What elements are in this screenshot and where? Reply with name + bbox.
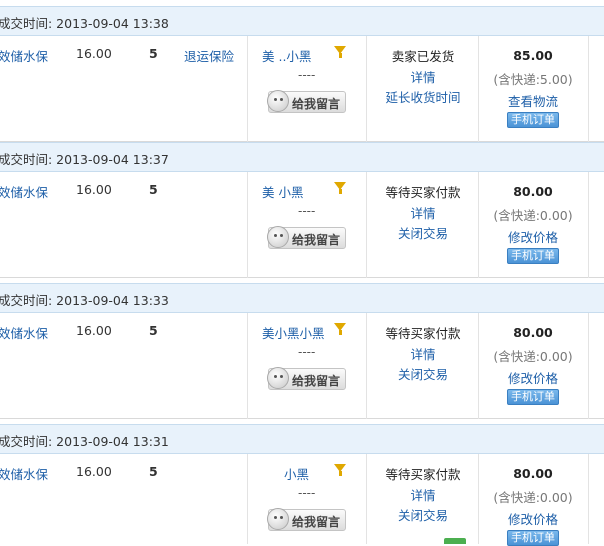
order-total: 80.00 bbox=[513, 184, 553, 199]
modify-price-link[interactable]: 修改价格 bbox=[478, 227, 588, 246]
buyer-name-link[interactable]: 美小黑小黑 bbox=[262, 323, 325, 342]
order-header: 成交时间: 2013-09-04 13:31 bbox=[0, 424, 604, 454]
order-total: 80.00 bbox=[513, 325, 553, 340]
smiley-icon bbox=[267, 226, 289, 248]
return-insurance-link[interactable]: 退运保险 bbox=[184, 46, 234, 65]
item-title-link[interactable]: 效储水保 bbox=[0, 182, 48, 201]
smiley-icon bbox=[267, 508, 289, 530]
leave-message-button[interactable]: 给我留言 bbox=[267, 367, 346, 390]
column-divider bbox=[247, 172, 248, 278]
order-body: 效储水保 16.00 5 小黑 ---- 给我留言 等待买家付款 详情 关闭交易… bbox=[0, 454, 604, 546]
buyer-name-link[interactable]: 美 ..小黑 bbox=[262, 46, 311, 65]
unit-price: 16.00 bbox=[76, 182, 112, 197]
detail-link[interactable]: 详情 bbox=[368, 203, 478, 222]
modify-price-link[interactable]: 修改价格 bbox=[478, 368, 588, 387]
leave-message-label: 给我留言 bbox=[292, 233, 341, 247]
column-divider bbox=[366, 313, 367, 419]
unit-price: 16.00 bbox=[76, 464, 112, 479]
shipping-fee: (含快递:0.00) bbox=[493, 208, 573, 223]
order-body: 效储水保 16.00 5 美 小黑 ---- 给我留言 等待买家付款 详情 关闭… bbox=[0, 172, 604, 278]
order-total: 85.00 bbox=[513, 48, 553, 63]
column-divider bbox=[366, 172, 367, 278]
order-body: 效储水保 16.00 5 美小黑小黑 ---- 给我留言 等待买家付款 详情 关… bbox=[0, 313, 604, 419]
order-header: 成交时间: 2013-09-04 13:33 bbox=[0, 283, 604, 313]
order-time: 成交时间: 2013-09-04 13:33 bbox=[0, 293, 169, 308]
buyer-extra: ---- bbox=[298, 345, 316, 359]
leave-message-button[interactable]: 给我留言 bbox=[267, 226, 346, 249]
column-divider bbox=[366, 36, 367, 142]
shipping-fee: (含快递:0.00) bbox=[493, 349, 573, 364]
detail-link[interactable]: 详情 bbox=[368, 485, 478, 504]
buyer-extra: ---- bbox=[298, 486, 316, 500]
column-divider bbox=[588, 172, 589, 278]
column-divider bbox=[588, 36, 589, 142]
filter-icon[interactable] bbox=[334, 464, 346, 476]
column-divider bbox=[588, 454, 589, 544]
mobile-order-badge: 手机订单 bbox=[507, 389, 559, 405]
filter-icon[interactable] bbox=[334, 323, 346, 335]
order-status: 等待买家付款 bbox=[385, 467, 461, 482]
leave-message-button[interactable]: 给我留言 bbox=[267, 508, 346, 531]
smiley-icon bbox=[267, 90, 289, 112]
close-deal-link[interactable]: 关闭交易 bbox=[368, 364, 478, 383]
order-status: 卖家已发货 bbox=[391, 49, 455, 64]
column-divider bbox=[247, 313, 248, 419]
partial-badge bbox=[444, 538, 466, 544]
shipping-fee: (含快递:5.00) bbox=[493, 72, 573, 87]
close-deal-link[interactable]: 关闭交易 bbox=[368, 505, 478, 524]
order-status: 等待买家付款 bbox=[385, 326, 461, 341]
leave-message-label: 给我留言 bbox=[292, 374, 341, 388]
unit-price: 16.00 bbox=[76, 323, 112, 338]
order-time: 成交时间: 2013-09-04 13:38 bbox=[0, 16, 169, 31]
item-title-link[interactable]: 效储水保 bbox=[0, 323, 48, 342]
filter-icon[interactable] bbox=[334, 46, 346, 58]
order-time: 成交时间: 2013-09-04 13:31 bbox=[0, 434, 169, 449]
detail-link[interactable]: 详情 bbox=[368, 344, 478, 363]
order-status: 等待买家付款 bbox=[385, 185, 461, 200]
order-header: 成交时间: 2013-09-04 13:37 bbox=[0, 142, 604, 172]
quantity: 5 bbox=[149, 46, 158, 61]
order-time: 成交时间: 2013-09-04 13:37 bbox=[0, 152, 169, 167]
item-title-link[interactable]: 效储水保 bbox=[0, 464, 48, 483]
unit-price: 16.00 bbox=[76, 46, 112, 61]
modify-price-link[interactable]: 修改价格 bbox=[478, 509, 588, 528]
column-divider bbox=[588, 313, 589, 419]
mobile-order-badge: 手机订单 bbox=[507, 248, 559, 264]
buyer-extra: ---- bbox=[298, 204, 316, 218]
smiley-icon bbox=[267, 367, 289, 389]
column-divider bbox=[366, 454, 367, 544]
leave-message-label: 给我留言 bbox=[292, 515, 341, 529]
leave-message-label: 给我留言 bbox=[292, 97, 341, 111]
extend-receipt-link[interactable]: 延长收货时间 bbox=[368, 87, 478, 106]
filter-icon[interactable] bbox=[334, 182, 346, 194]
buyer-extra: ---- bbox=[298, 68, 316, 82]
detail-link[interactable]: 详情 bbox=[368, 67, 478, 86]
order-body: 效储水保 16.00 5 退运保险 美 ..小黑 ---- 给我留言 卖家已发货… bbox=[0, 36, 604, 142]
quantity: 5 bbox=[149, 464, 158, 479]
order-header: 成交时间: 2013-09-04 13:38 bbox=[0, 6, 604, 36]
column-divider bbox=[247, 454, 248, 544]
buyer-name-link[interactable]: 美 小黑 bbox=[262, 182, 303, 201]
quantity: 5 bbox=[149, 323, 158, 338]
close-deal-link[interactable]: 关闭交易 bbox=[368, 223, 478, 242]
mobile-order-badge: 手机订单 bbox=[507, 112, 559, 128]
buyer-name-link[interactable]: 小黑 bbox=[284, 464, 309, 483]
quantity: 5 bbox=[149, 182, 158, 197]
column-divider bbox=[247, 36, 248, 142]
order-total: 80.00 bbox=[513, 466, 553, 481]
view-logistics-link[interactable]: 查看物流 bbox=[478, 91, 588, 110]
shipping-fee: (含快递:0.00) bbox=[493, 490, 573, 505]
item-title-link[interactable]: 效储水保 bbox=[0, 46, 48, 65]
leave-message-button[interactable]: 给我留言 bbox=[267, 90, 346, 113]
